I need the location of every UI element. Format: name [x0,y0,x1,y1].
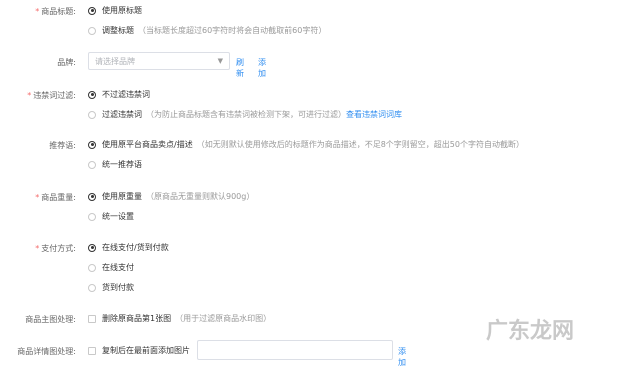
banned-option-no-filter-label: 不过滤违禁词 [102,90,150,99]
required-mark: * [35,244,40,253]
banned-option-filter-label: 过滤违禁词 [102,110,142,119]
weight-option-original-hint: （原商品无重量则默认900g） [146,192,255,201]
payment-option-cod-label: 货到付款 [102,283,134,292]
recommend-option-original[interactable]: 使用原平台商品卖点/描述 （如无则默认使用修改后的标题作为商品描述，不足8个字则… [88,139,524,150]
payment-option-online-label: 在线支付 [102,263,134,272]
radio-selected-icon[interactable] [88,243,96,252]
main-image-option[interactable]: 删除原商品第1张图 （用于过滤原商品水印图） [88,313,271,324]
radio-selected-icon[interactable] [88,192,96,201]
detail-image-label: 商品详情图处理: [17,347,76,356]
main-image-option-hint: （用于过滤原商品水印图） [175,314,272,323]
required-mark: * [35,193,40,202]
recommend-option-original-hint: （如无则默认使用修改后的标题作为商品描述，不足8个字则留空，超出50个字符自动截… [196,140,524,149]
main-image-option-label: 删除原商品第1张图 [102,314,172,323]
weight-label: * 商品重量: [0,192,76,203]
payment-label-text: 支付方式: [41,244,76,253]
radio-selected-icon[interactable] [88,6,96,15]
weight-option-original-label: 使用原重量 [102,192,142,201]
recommend-label: 推荐语: [49,141,76,150]
main-image-label: 商品主图处理: [25,315,76,324]
checkbox-icon[interactable] [88,314,96,323]
title-option-adjust-hint: （当标题长度超过60字符时将会自动截取前60字符） [138,26,327,35]
required-mark: * [27,91,32,100]
detail-image-option[interactable]: 复制后在最前面添加图片 [88,345,190,356]
banned-view-link[interactable]: 查看违禁词词库 [346,109,402,120]
banned-option-no-filter[interactable]: 不过滤违禁词 [88,89,150,100]
radio-selected-icon[interactable] [88,90,96,99]
banned-label-text: 违禁词过滤: [33,91,76,100]
payment-option-both[interactable]: 在线支付/货到付款 [88,242,169,253]
radio-icon[interactable] [88,283,96,292]
weight-option-unified[interactable]: 统一设置 [88,211,134,222]
detail-image-add-link[interactable]: 添加 [398,346,406,368]
radio-icon[interactable] [88,263,96,272]
radio-selected-icon[interactable] [88,140,96,149]
recommend-option-original-label: 使用原平台商品卖点/描述 [102,140,193,149]
title-option-adjust-label: 调整标题 [102,26,134,35]
site-watermark: 广东龙网 [486,318,575,344]
payment-option-both-label: 在线支付/货到付款 [102,243,169,252]
chevron-down-icon: ▼ [217,57,223,65]
radio-icon[interactable] [88,110,96,119]
detail-image-input[interactable] [197,340,393,360]
payment-label: * 支付方式: [0,243,76,254]
weight-label-text: 商品重量: [41,193,76,202]
payment-option-online[interactable]: 在线支付 [88,262,134,273]
radio-icon[interactable] [88,212,96,221]
weight-option-original[interactable]: 使用原重量 （原商品无重量则默认900g） [88,191,254,202]
brand-select-placeholder: 请选择品牌 [95,56,135,66]
radio-icon[interactable] [88,26,96,35]
title-label: * 商品标题: [0,6,76,17]
payment-option-cod[interactable]: 货到付款 [88,282,134,293]
brand-add-link[interactable]: 添加 [258,57,266,79]
weight-option-unified-label: 统一设置 [102,212,134,221]
recommend-option-unified-label: 统一推荐语 [102,160,142,169]
recommend-option-unified[interactable]: 统一推荐语 [88,159,142,170]
required-mark: * [35,7,40,16]
checkbox-icon[interactable] [88,346,96,355]
title-option-adjust[interactable]: 调整标题 （当标题长度超过60字符时将会自动截取前60字符） [88,25,326,36]
brand-select[interactable]: 请选择品牌 ▼ [88,52,230,70]
radio-icon[interactable] [88,160,96,169]
title-label-text: 商品标题: [41,7,76,16]
detail-image-option-label: 复制后在最前面添加图片 [102,346,190,355]
brand-label: 品牌: [57,58,76,67]
brand-refresh-link[interactable]: 刷新 [236,57,244,79]
banned-option-filter[interactable]: 过滤违禁词 （为防止商品标题含有违禁词被检测下架，可进行过滤） 查看违禁词词库 [88,109,402,120]
title-option-original-label: 使用原标题 [102,6,142,15]
banned-option-filter-hint: （为防止商品标题含有违禁词被检测下架，可进行过滤） [146,110,346,119]
title-option-original[interactable]: 使用原标题 [88,5,142,16]
banned-label: * 违禁词过滤: [0,90,76,101]
